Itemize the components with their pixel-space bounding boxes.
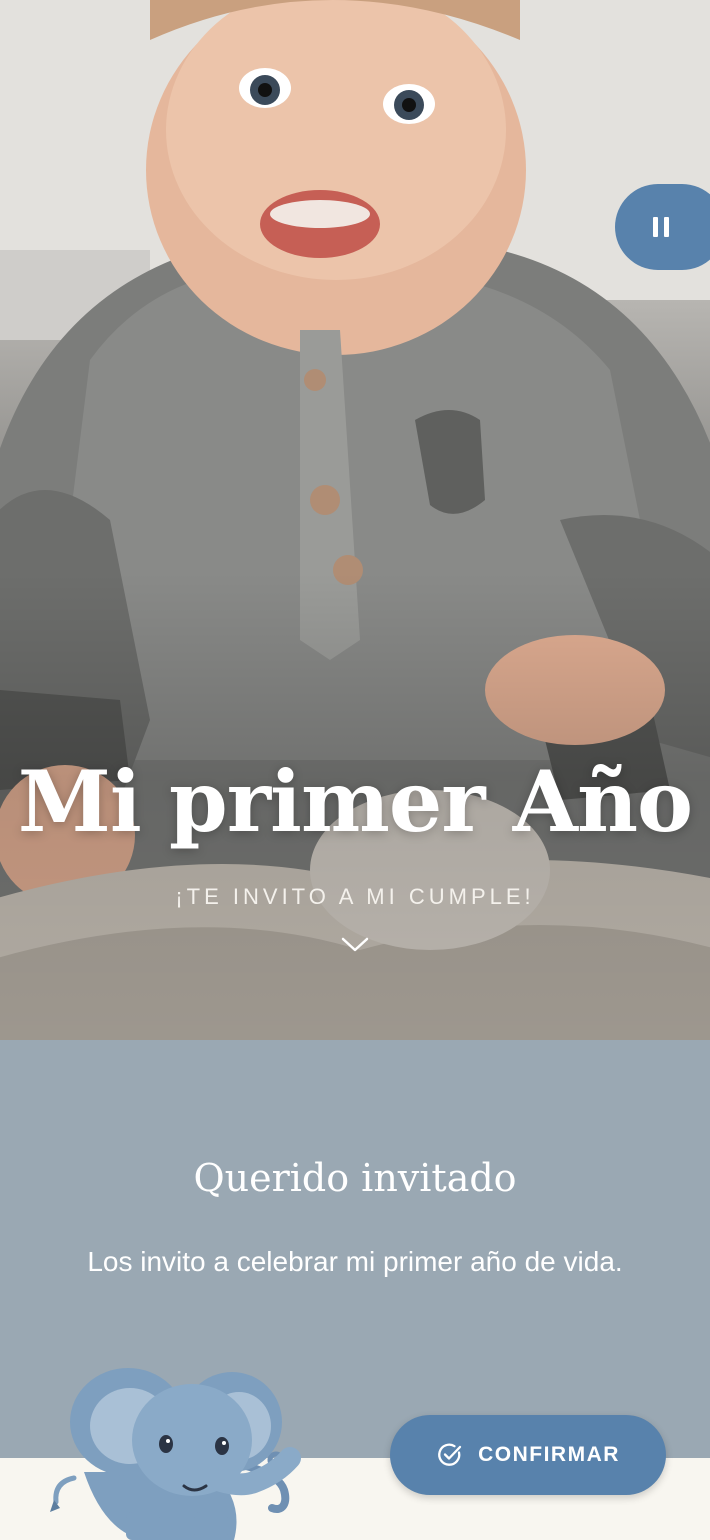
- check-circle-icon: [438, 1443, 462, 1466]
- pause-button[interactable]: [615, 184, 710, 270]
- elephant-illustration: [50, 1368, 301, 1540]
- pause-icon: [653, 217, 669, 237]
- confirm-button[interactable]: CONFIRMAR: [390, 1415, 666, 1495]
- message-title: Querido invitado: [193, 1156, 517, 1200]
- message-body: Los invito a celebrar mi primer año de v…: [87, 1246, 623, 1277]
- chevron-down-icon[interactable]: [340, 934, 370, 954]
- hero-subtitle: ¡TE INVITO A MI CUMPLE!: [175, 884, 535, 909]
- page-title: Mi primer Año: [17, 752, 693, 851]
- confirm-label: CONFIRMAR: [478, 1443, 620, 1466]
